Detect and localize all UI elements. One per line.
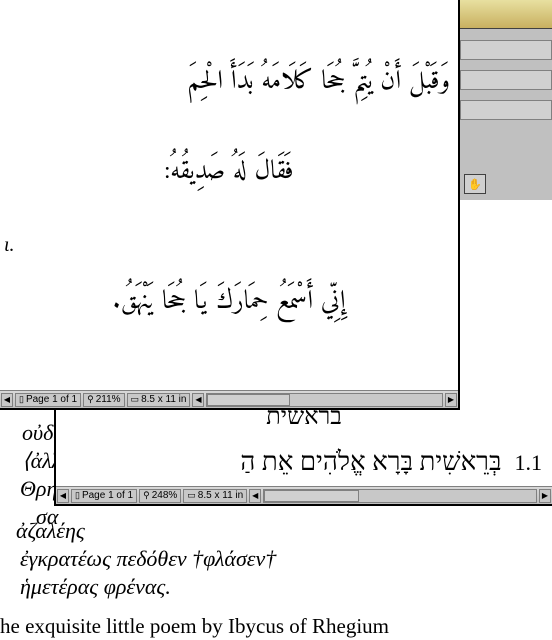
- horizontal-scrollbar[interactable]: [263, 489, 537, 503]
- paper-size-label: 8.5 x 11 in: [141, 394, 186, 405]
- page-indicator[interactable]: ▯Page 1 of 1: [15, 393, 81, 407]
- paper-icon: ▭: [187, 490, 196, 501]
- horizontal-scrollbar[interactable]: [206, 393, 443, 407]
- paper-size-label: 8.5 x 11 in: [198, 490, 243, 501]
- arabic-line-3: إِنِّي أَسْمَعُ حِمَارَكَ يَا جُحَا يَنْ…: [8, 280, 450, 327]
- left-arrow-icon: ◀: [4, 395, 10, 404]
- panel-row-3[interactable]: [460, 100, 552, 120]
- hscroll-left-button[interactable]: ◀: [192, 393, 204, 407]
- arabic-document-window: وَقَبْلَ أَنْ يُتِمَّ جُحَا كَلَامَهُ بَ…: [0, 0, 460, 410]
- page-icon: ▯: [19, 394, 24, 405]
- arabic-line-2: فَقَالَ لَهُ صَدِيقُهُ:: [8, 150, 450, 197]
- left-arrow-icon: ◀: [195, 395, 201, 404]
- hand-tool-button[interactable]: ✋: [464, 174, 486, 194]
- zoom-label: 211%: [96, 394, 121, 405]
- panel-row-2[interactable]: [460, 70, 552, 90]
- latin-fragment: ι.: [4, 234, 15, 257]
- paper-size-indicator[interactable]: ▭8.5 x 11 in: [183, 489, 247, 503]
- hscroll-thumb[interactable]: [264, 490, 359, 502]
- upper-status-bar: ◀ ▯Page 1 of 1 ⚲211% ▭8.5 x 11 in ◀ ▶: [0, 390, 458, 408]
- panel-row-1[interactable]: [460, 40, 552, 60]
- hscroll-right-button[interactable]: ▶: [539, 489, 551, 503]
- verse-number-1: 1.1: [515, 445, 543, 480]
- hscroll-right-button[interactable]: ▶: [445, 393, 457, 407]
- zoom-label: 248%: [152, 490, 178, 501]
- hscroll-thumb[interactable]: [207, 394, 289, 406]
- verse-text-1: בְּרֵאשִׁית בָּרָא אֱלֹהִים אֵת הַ: [240, 447, 501, 476]
- zoom-indicator[interactable]: ⚲211%: [83, 393, 124, 407]
- left-arrow-icon: ◀: [252, 491, 258, 500]
- right-panel: ✋: [460, 0, 552, 200]
- zoom-icon: ⚲: [143, 490, 150, 501]
- hebrew-document-window: בראשית 1.1 בְּרֵאשִׁית בָּרָא אֱלֹהִים א…: [54, 396, 552, 506]
- zoom-indicator[interactable]: ⚲248%: [139, 489, 181, 503]
- hscroll-left-button[interactable]: ◀: [249, 489, 261, 503]
- greek-line-1: ἐγκρατέως πεδόθεν †φλάσεν†: [20, 544, 276, 575]
- zoom-icon: ⚲: [87, 394, 94, 405]
- panel-strip: [460, 0, 552, 29]
- arabic-line-1: وَقَبْلَ أَنْ يُتِمَّ جُحَا كَلَامَهُ بَ…: [8, 60, 450, 107]
- greek-line-2: ἡμετέρας φρένας.: [20, 572, 171, 603]
- page-indicator-label: Page 1 of 1: [26, 394, 77, 405]
- nav-prev-button[interactable]: ◀: [57, 489, 69, 503]
- greek-fragment-5: ἀζαλέης: [16, 516, 85, 547]
- paper-size-indicator[interactable]: ▭8.5 x 11 in: [127, 393, 191, 407]
- right-arrow-icon: ▶: [448, 395, 454, 404]
- paper-icon: ▭: [131, 394, 140, 405]
- greek-fragment-3: Θρη: [20, 474, 57, 505]
- arabic-document-content: وَقَبْلَ أَنْ يُتِمَّ جُحَا كَلَامَهُ بَ…: [0, 0, 458, 380]
- nav-prev-button[interactable]: ◀: [1, 393, 13, 407]
- prose-line: he exquisite little poem by Ibycus of Rh…: [0, 614, 552, 639]
- right-arrow-icon: ▶: [542, 491, 548, 500]
- lower-status-bar: ◀ ▯Page 1 of 1 ⚲248% ▭8.5 x 11 in ◀ ▶: [56, 486, 552, 504]
- page-indicator[interactable]: ▯Page 1 of 1: [71, 489, 137, 503]
- hand-icon: ✋: [468, 178, 482, 191]
- page-indicator-label: Page 1 of 1: [82, 490, 133, 501]
- hebrew-verse-1: 1.1 בְּרֵאשִׁית בָּרָא אֱלֹהִים אֵת הַ: [66, 441, 542, 483]
- left-arrow-icon: ◀: [60, 491, 66, 500]
- page-icon: ▯: [75, 490, 80, 501]
